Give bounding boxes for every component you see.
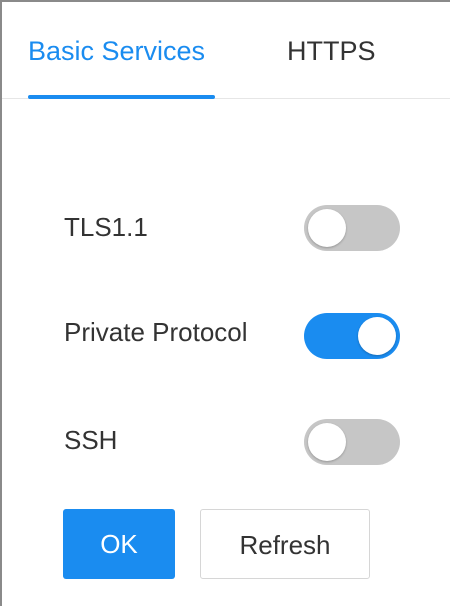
tab-basic-services[interactable]: Basic Services — [28, 35, 205, 67]
ok-button[interactable]: OK — [63, 509, 175, 579]
ssh-toggle[interactable] — [304, 419, 400, 465]
active-tab-indicator — [28, 95, 215, 99]
tls11-toggle[interactable] — [304, 205, 400, 251]
toggle-knob — [308, 209, 346, 247]
basic-services-panel: Basic Services HTTPS TLS1.1 Private Prot… — [0, 0, 450, 606]
private-protocol-label: Private Protocol — [64, 317, 248, 347]
refresh-button[interactable]: Refresh — [200, 509, 370, 579]
toggle-knob — [308, 423, 346, 461]
tab-bar: Basic Services HTTPS — [2, 2, 450, 99]
private-protocol-toggle[interactable] — [304, 313, 400, 359]
tab-https[interactable]: HTTPS — [287, 35, 376, 67]
toggle-knob — [358, 317, 396, 355]
ssh-label: SSH — [64, 425, 118, 455]
tls11-label: TLS1.1 — [64, 212, 148, 242]
